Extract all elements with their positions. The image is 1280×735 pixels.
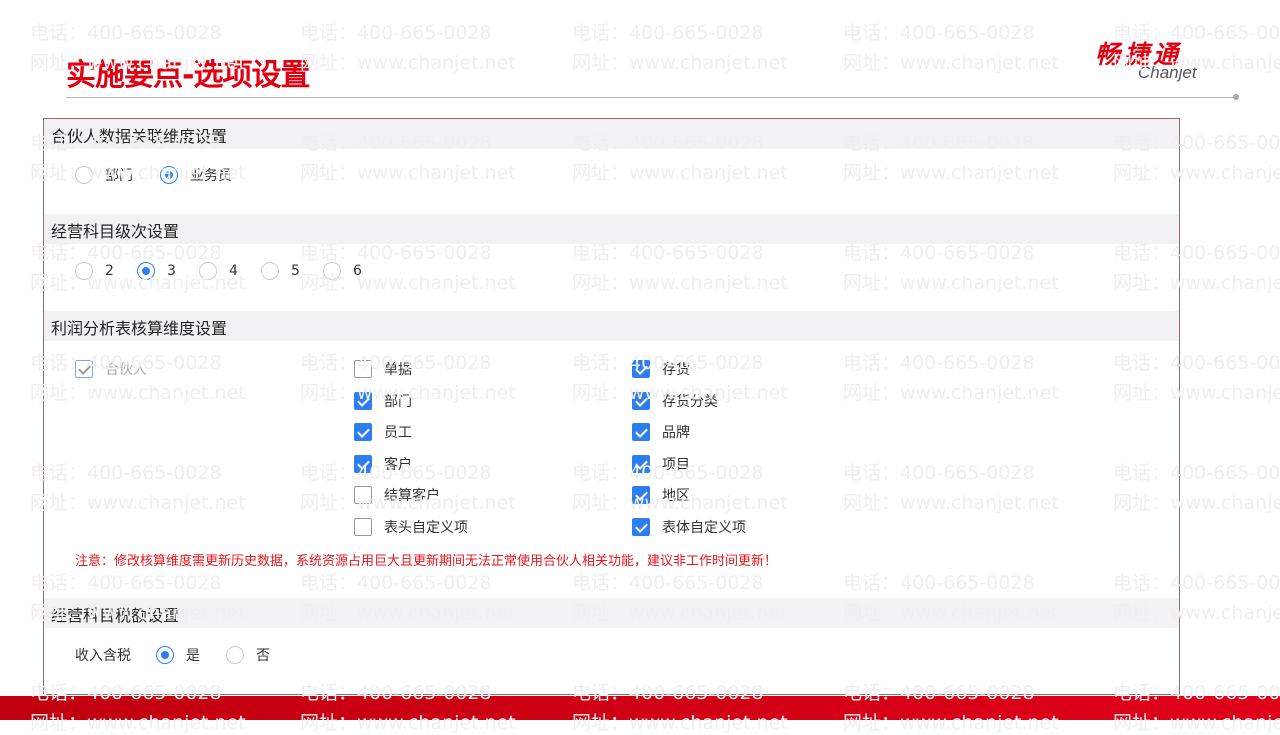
checkbox-box[interactable] <box>354 391 372 410</box>
option-label: 品牌 <box>662 425 690 441</box>
radio-tax-0[interactable]: 是 <box>156 645 200 665</box>
checkbox-box[interactable] <box>354 360 372 378</box>
checkbox-box[interactable] <box>632 486 650 504</box>
watermark-phone: 电话：400-665-0028 <box>300 22 492 44</box>
checkbox-box[interactable] <box>632 360 650 378</box>
radio-button[interactable] <box>75 262 93 280</box>
radio-button[interactable] <box>75 166 93 184</box>
radio-partner-1[interactable]: 业务员 <box>160 165 232 185</box>
header-divider <box>66 97 1236 98</box>
option-label: 是 <box>186 648 200 664</box>
radio-button[interactable] <box>323 262 341 280</box>
tax-field-label: 收入含税 <box>75 648 131 664</box>
radio-button[interactable] <box>160 166 178 184</box>
option-label: 5 <box>291 263 300 279</box>
radio-level-5[interactable]: 5 <box>261 262 300 280</box>
radio-level-6[interactable]: 6 <box>323 262 362 280</box>
checkbox-box[interactable] <box>354 423 372 441</box>
option-label: 地区 <box>662 488 690 504</box>
checkbox-partner: 合伙人 <box>75 359 147 379</box>
chanjet-logo-en: Chanjet <box>1138 63 1197 82</box>
warning-text: 注意：修改核算维度需更新历史数据，系统资源占用巨大且更新期间无法正常使用合伙人相… <box>75 554 778 569</box>
radio-button[interactable] <box>261 262 279 280</box>
option-label: 结算客户 <box>384 488 440 504</box>
radio-button[interactable] <box>137 262 155 280</box>
checkbox-dim[interactable]: 表头自定义项 <box>354 517 468 537</box>
radio-tax-1[interactable]: 否 <box>226 645 270 665</box>
watermark-url: 网址：www.chanjet.net <box>300 52 516 74</box>
checkbox-label: 合伙人 <box>105 362 147 378</box>
radio-button[interactable] <box>226 646 244 664</box>
checkbox-box[interactable] <box>632 517 650 536</box>
option-label: 存货 <box>662 362 690 378</box>
checkbox-dim[interactable]: 项目 <box>632 454 690 474</box>
radio-button[interactable] <box>156 646 174 664</box>
checkbox-box[interactable] <box>632 454 650 473</box>
checkbox-box[interactable] <box>632 423 650 441</box>
option-label: 部门 <box>384 393 412 410</box>
section-header-tax: 经营科目税额设置 <box>44 598 1179 628</box>
option-label: 表体自定义项 <box>662 519 746 536</box>
checkbox-box[interactable] <box>354 486 372 504</box>
option-label: 部门 <box>105 168 133 184</box>
checkbox-dim[interactable]: 客户 <box>354 454 412 474</box>
option-label: 6 <box>353 263 362 279</box>
section-header-profit: 利润分析表核算维度设置 <box>44 311 1179 341</box>
checkbox-dim[interactable]: 品牌 <box>632 422 690 442</box>
checkbox-dim[interactable]: 单据 <box>354 359 412 379</box>
option-label: 项目 <box>662 456 690 473</box>
divider-dot <box>1233 94 1239 100</box>
option-label: 3 <box>167 263 176 279</box>
option-label: 4 <box>229 263 238 279</box>
watermark-phone: 电话：400-665-0028 <box>843 22 1035 44</box>
checkbox-dim[interactable]: 存货分类 <box>632 391 718 411</box>
checkbox-box[interactable] <box>354 517 372 536</box>
radio-button[interactable] <box>199 262 217 280</box>
option-label: 存货分类 <box>662 393 718 410</box>
settings-panel: 合伙人数据关联维度设置 部门 业务员 经营科目级次设置 2 3 4 5 6 利润分析表核算… <box>43 118 1180 695</box>
radio-level-4[interactable]: 4 <box>199 262 238 280</box>
page-title: 实施要点-选项设置 <box>66 58 310 93</box>
option-label: 2 <box>105 263 114 279</box>
checkbox-dim[interactable]: 地区 <box>632 485 690 505</box>
watermark-phone: 电话：400-665-0028 <box>572 22 764 44</box>
section-header-partner: 合伙人数据关联维度设置 <box>44 119 1179 149</box>
checkbox-box <box>75 360 93 378</box>
footer-bar <box>0 696 1280 720</box>
option-label: 业务员 <box>190 168 232 184</box>
option-label: 单据 <box>384 362 412 378</box>
option-label: 表头自定义项 <box>384 519 468 536</box>
checkbox-dim[interactable]: 员工 <box>354 422 412 442</box>
checkbox-dim[interactable]: 部门 <box>354 391 412 411</box>
radio-level-2[interactable]: 2 <box>75 262 114 280</box>
checkbox-dim[interactable]: 表体自定义项 <box>632 517 746 537</box>
watermark-url: 网址：www.chanjet.net <box>843 52 1059 74</box>
section-header-levels: 经营科目级次设置 <box>44 214 1179 244</box>
checkbox-dim[interactable]: 结算客户 <box>354 485 440 505</box>
checkbox-dim[interactable]: 存货 <box>632 359 690 379</box>
radio-level-3[interactable]: 3 <box>137 262 176 280</box>
watermark-phone: 电话：400-665-0028 <box>30 22 222 44</box>
watermark-url: 网址：www.chanjet.net <box>572 52 788 74</box>
option-label: 员工 <box>384 425 412 441</box>
radio-partner-0[interactable]: 部门 <box>75 165 133 185</box>
checkbox-box[interactable] <box>632 391 650 410</box>
option-label: 客户 <box>384 456 412 473</box>
option-label: 否 <box>256 648 270 664</box>
checkbox-box[interactable] <box>354 454 372 473</box>
